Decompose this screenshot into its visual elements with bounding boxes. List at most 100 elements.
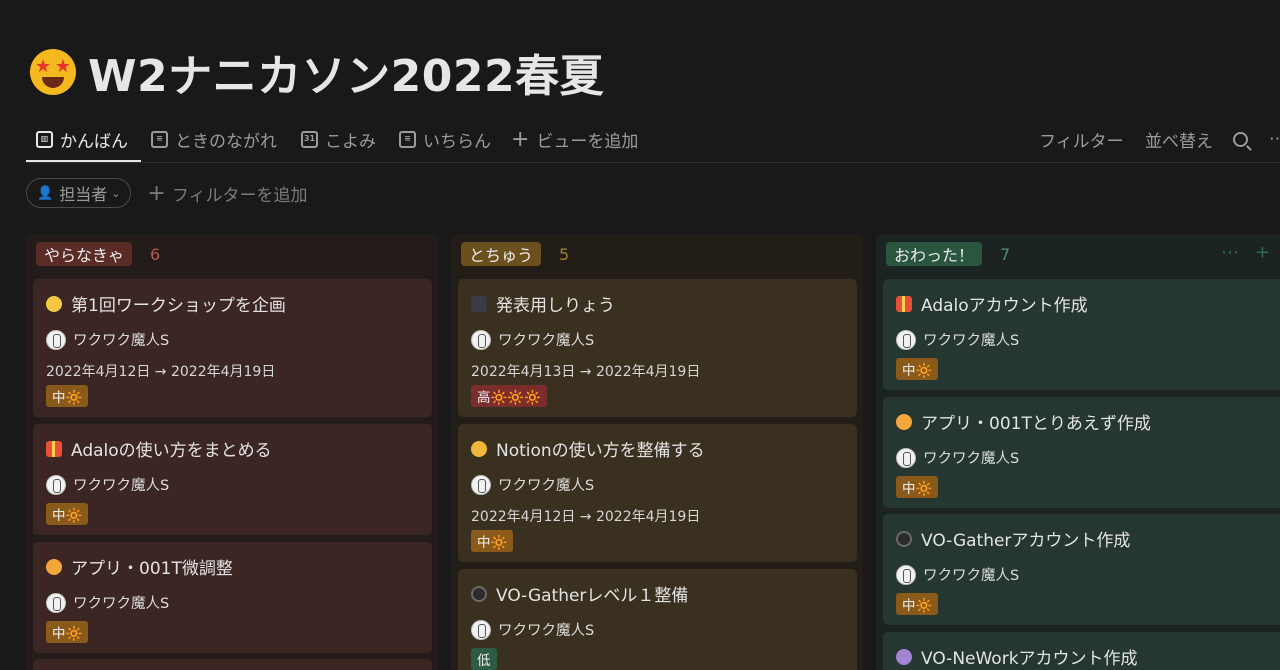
card-title-text: VO-Gatherレベル１整備 xyxy=(496,586,689,606)
card-title-text: アプリ・001Tとりあえず作成 xyxy=(921,414,1151,434)
card-assignee: ワクワク魔人S xyxy=(471,474,594,495)
tab-timeline[interactable]: ≡ ときのながれ xyxy=(151,124,277,154)
card-title: Adaloアカウント作成 xyxy=(896,291,1088,316)
assignee-name: ワクワク魔人S xyxy=(73,478,170,494)
card-date: 2022年4月12日 → 2022年4月19日 xyxy=(46,364,276,380)
assignee-name: ワクワク魔人S xyxy=(498,333,595,349)
avatar xyxy=(896,564,916,585)
gift-icon xyxy=(896,295,912,312)
card-title-text: Adaloの使い方をまとめる xyxy=(71,441,272,461)
goggles-icon xyxy=(896,530,912,547)
avatar xyxy=(46,592,66,613)
calendar-icon: 31 xyxy=(301,130,318,148)
assignee-name: ワクワク魔人S xyxy=(498,478,595,494)
board-card[interactable]: アプリ・001T微調整 ワクワク魔人S 中🔆 xyxy=(33,542,432,653)
add-view-button[interactable]: + ビューを追加 xyxy=(511,124,638,154)
search-button[interactable] xyxy=(1233,124,1248,154)
card-title-text: アプリ・001T微調整 xyxy=(71,559,233,579)
column-status-tag[interactable]: やらなきゃ xyxy=(36,242,133,266)
plus-icon[interactable]: + xyxy=(1255,242,1270,263)
card-title: VO-Gatherアカウント作成 xyxy=(896,526,1130,551)
more-icon: ⋯ xyxy=(1269,129,1280,149)
avatar xyxy=(896,447,916,468)
card-title: アプリ・001T微調整 xyxy=(46,554,233,579)
add-filter-button[interactable]: + フィルターを追加 xyxy=(147,181,307,206)
card-assignee: ワクワク魔人S xyxy=(471,619,594,640)
avatar xyxy=(471,474,491,495)
card-title: VO-NeWorkアカウント作成 xyxy=(896,644,1138,669)
column-status-tag[interactable]: おわった！ xyxy=(886,242,983,266)
more-icon[interactable]: ⋯ xyxy=(1221,242,1239,263)
column-count: 5 xyxy=(559,244,570,264)
gift-icon xyxy=(46,440,62,457)
board-card[interactable]: Adaloアカウント作成 ワクワク魔人S 中🔆 xyxy=(883,279,1280,390)
card-assignee: ワクワク魔人S xyxy=(46,329,169,350)
card-title-text: VO-Gatherアカウント作成 xyxy=(921,531,1131,551)
card-assignee: ワクワク魔人S xyxy=(471,329,594,350)
tab-label: いちらん xyxy=(423,131,491,152)
smiling-face-icon xyxy=(46,558,62,575)
board-column-todo: やらなきゃ 6 第1回ワークショップを企画 ワクワク魔人S 2022年4月12日… xyxy=(26,234,438,670)
star-struck-emoji-icon[interactable]: ★ ★ xyxy=(30,49,76,95)
column-tools: ⋯ + xyxy=(1221,242,1270,263)
tab-label: かんばん xyxy=(60,131,128,152)
goggles-icon xyxy=(471,585,487,602)
tab-board[interactable]: ▥ かんばん xyxy=(36,124,128,154)
person-icon: 👤 xyxy=(37,185,54,201)
assignee-name: ワクワク魔人S xyxy=(73,596,170,612)
board-card[interactable]: VO-Gatherレベル１整備 ワクワク魔人S 低 xyxy=(458,569,857,670)
card-date: 2022年4月13日 → 2022年4月19日 xyxy=(471,364,701,380)
board-card[interactable]: Adaloの使い方をまとめる ワクワク魔人S 中🔆 xyxy=(33,424,432,535)
smiling-face-icon xyxy=(896,413,912,430)
board-card[interactable]: VO-Gatherアカウント作成 ワクワク魔人S 中🔆 xyxy=(883,514,1280,625)
card-title-text: Adaloアカウント作成 xyxy=(921,296,1088,316)
column-header: おわった！ 7 xyxy=(886,242,1010,266)
tab-label: ときのながれ xyxy=(175,131,277,152)
board-card[interactable]: Notionの使い方を整備する ワクワク魔人S 2022年4月12日 → 202… xyxy=(458,424,857,562)
assignee-name: ワクワク魔人S xyxy=(923,568,1020,584)
add-filter-label: フィルターを追加 xyxy=(171,185,308,206)
board-card[interactable]: アプリ・001Tとりあえず作成 ワクワク魔人S 中🔆 xyxy=(883,397,1280,508)
purple-circle-icon xyxy=(896,648,912,665)
card-title: アプリ・001Tとりあえず作成 xyxy=(896,409,1151,434)
priority-tag: 中🔆 xyxy=(471,530,514,552)
tab-list[interactable]: ≡ いちらん xyxy=(399,124,491,154)
sort-button[interactable]: 並べ替え xyxy=(1145,124,1213,154)
card-title-text: Notionの使い方を整備する xyxy=(496,441,705,461)
list-icon: ≡ xyxy=(399,130,416,148)
board-card[interactable]: 第1回ワークショップを企画 ワクワク魔人S 2022年4月12日 → 2022年… xyxy=(33,279,432,417)
plus-icon: + xyxy=(511,126,530,152)
card-title: Notionの使い方を整備する xyxy=(471,436,705,461)
card-title: Adaloの使い方をまとめる xyxy=(46,436,272,461)
column-count: 7 xyxy=(1000,244,1011,264)
board-card[interactable] xyxy=(33,659,432,670)
card-title: VO-Gatherレベル１整備 xyxy=(471,581,688,606)
board-column-in-progress: とちゅう 5 発表用しりょう ワクワク魔人S 2022年4月13日 → 2022… xyxy=(451,234,863,670)
assignee-name: ワクワク魔人S xyxy=(73,333,170,349)
face-with-monocle-icon xyxy=(471,440,487,457)
board-card[interactable]: 発表用しりょう ワクワク魔人S 2022年4月13日 → 2022年4月19日 … xyxy=(458,279,857,417)
page-title[interactable]: W2ナニカソン2022春夏 xyxy=(88,40,604,104)
column-status-tag[interactable]: とちゅう xyxy=(461,242,542,266)
more-button[interactable]: ⋯ xyxy=(1269,124,1280,154)
priority-tag: 中🔆 xyxy=(896,593,939,615)
avatar xyxy=(896,329,916,350)
tab-calendar[interactable]: 31 こよみ xyxy=(301,124,376,154)
page-header: ★ ★ W2ナニカソン2022春夏 xyxy=(30,40,604,104)
priority-tag: 中🔆 xyxy=(46,385,89,407)
priority-tag: 中🔆 xyxy=(46,621,89,643)
avatar xyxy=(46,474,66,495)
priority-tag: 低 xyxy=(471,648,497,670)
card-assignee: ワクワク魔人S xyxy=(896,447,1019,468)
assignee-name: ワクワク魔人S xyxy=(923,451,1020,467)
board-column-done: おわった！ 7 ⋯ + Adaloアカウント作成 ワクワク魔人S 中🔆 アプリ・… xyxy=(876,234,1280,670)
filter-button[interactable]: フィルター xyxy=(1039,124,1124,154)
search-icon xyxy=(1233,131,1248,147)
board-card[interactable]: VO-NeWorkアカウント作成 xyxy=(883,632,1280,670)
priority-tag: 高🔆🔆🔆 xyxy=(471,385,547,407)
plus-icon: + xyxy=(147,180,166,206)
assignee-filter-chip[interactable]: 👤 担当者 ⌄ xyxy=(26,178,132,208)
filter-row: 👤 担当者 ⌄ + フィルターを追加 xyxy=(26,178,308,208)
assignee-name: ワクワク魔人S xyxy=(498,623,595,639)
tuxedo-icon xyxy=(471,295,487,312)
